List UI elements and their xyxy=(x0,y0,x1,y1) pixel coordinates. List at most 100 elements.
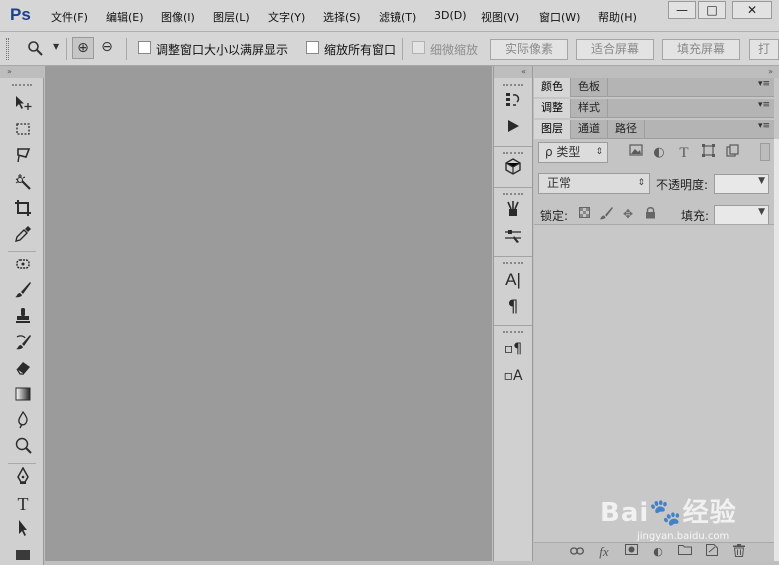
actual-pixels-button[interactable]: 实际像素 xyxy=(490,39,568,60)
fill-input[interactable]: ▼ xyxy=(714,205,769,225)
actions-play-icon[interactable] xyxy=(502,118,524,140)
blend-mode-value: 正常 xyxy=(547,176,572,190)
history-icon[interactable] xyxy=(502,91,524,113)
canvas-area[interactable] xyxy=(45,66,492,561)
tab-color[interactable]: 颜色 xyxy=(534,78,571,97)
pen-tool-icon[interactable] xyxy=(12,466,34,489)
lasso-tool-icon[interactable] xyxy=(12,146,34,168)
delete-layer-trash-icon[interactable] xyxy=(730,544,748,560)
paragraph-styles-icon[interactable]: ▫¶ xyxy=(502,338,524,360)
tab-channels[interactable]: 通道 xyxy=(571,120,608,139)
menu-type[interactable]: 文字(Y) xyxy=(268,9,305,25)
toolbox-collapse-icon[interactable]: » xyxy=(0,66,44,78)
filter-toggle-switch[interactable] xyxy=(760,143,770,161)
filter-pixel-icon[interactable] xyxy=(627,144,645,162)
history-brush-tool-icon[interactable] xyxy=(12,333,34,355)
gradient-tool-icon[interactable] xyxy=(12,385,34,407)
filter-shape-icon[interactable] xyxy=(699,144,717,162)
strip-grip[interactable] xyxy=(503,331,523,333)
scrubby-zoom-checkbox[interactable] xyxy=(412,41,425,54)
type-tool-icon[interactable]: T xyxy=(12,493,34,515)
menu-filter[interactable]: 滤镜(T) xyxy=(379,9,416,25)
menu-window[interactable]: 窗口(W) xyxy=(539,9,580,25)
tab-layers[interactable]: 图层 xyxy=(534,120,571,139)
tab-adjustments[interactable]: 调整 xyxy=(534,99,571,118)
chevron-down-icon[interactable]: ▼ xyxy=(758,207,765,217)
blend-mode-select[interactable]: 正常 ⇕ xyxy=(538,173,650,194)
zoom-out-button[interactable]: ⊖ xyxy=(96,37,118,59)
link-layers-icon[interactable] xyxy=(568,544,586,560)
clone-stamp-tool-icon[interactable] xyxy=(12,307,34,329)
panel-menu-icon[interactable]: ▾≡ xyxy=(758,100,770,110)
marquee-tool-icon[interactable] xyxy=(12,121,34,143)
zoom-icon[interactable] xyxy=(27,40,43,60)
layers-scrollbar[interactable] xyxy=(774,139,779,561)
menu-select[interactable]: 选择(S) xyxy=(323,9,361,25)
filter-type-icon[interactable]: T xyxy=(675,144,693,162)
lock-position-icon[interactable]: ✥ xyxy=(620,206,636,222)
panels-collapse-icon[interactable]: » xyxy=(534,66,779,78)
filter-smart-object-icon[interactable] xyxy=(723,144,741,162)
options-bar: ▼ ⊕ ⊖ 调整窗口大小以满屏显示 缩放所有窗口 细微缩放 实际像素 适合屏幕 … xyxy=(0,32,779,66)
menu-3d[interactable]: 3D(D) xyxy=(434,9,467,22)
restore-button[interactable]: □ xyxy=(698,1,726,19)
opacity-input[interactable]: ▼ xyxy=(714,174,769,194)
brush-settings-icon[interactable] xyxy=(502,227,524,249)
filter-adjustment-icon[interactable]: ◐ xyxy=(650,144,668,162)
menu-help[interactable]: 帮助(H) xyxy=(598,9,637,25)
chevron-down-icon[interactable]: ▼ xyxy=(53,42,59,51)
brush-tool-icon[interactable] xyxy=(12,281,34,303)
tab-styles[interactable]: 样式 xyxy=(571,99,608,118)
new-adjustment-layer-icon[interactable]: ◐ xyxy=(649,544,667,560)
strip-grip[interactable] xyxy=(503,193,523,195)
close-button[interactable]: ✕ xyxy=(732,1,772,19)
toolbox-grip[interactable] xyxy=(12,84,32,86)
crop-tool-icon[interactable] xyxy=(12,199,34,221)
healing-brush-tool-icon[interactable] xyxy=(12,255,34,277)
lock-all-icon[interactable] xyxy=(642,206,658,222)
rectangle-tool-icon[interactable] xyxy=(12,545,34,565)
minimize-button[interactable]: — xyxy=(668,1,696,19)
strip-grip[interactable] xyxy=(503,84,523,86)
blur-tool-icon[interactable] xyxy=(12,410,34,433)
magic-wand-tool-icon[interactable] xyxy=(12,173,34,195)
lock-image-icon[interactable] xyxy=(598,206,614,222)
layer-filter-select[interactable]: ρ 类型 ⇕ xyxy=(538,142,608,163)
eyedropper-tool-icon[interactable] xyxy=(12,225,34,247)
strip-collapse-icon[interactable]: « xyxy=(494,66,532,78)
character-styles-icon[interactable]: ▫A xyxy=(502,365,524,387)
panel-menu-icon[interactable]: ▾≡ xyxy=(758,79,770,89)
dodge-tool-icon[interactable] xyxy=(12,437,34,459)
character-icon[interactable]: A| xyxy=(502,269,524,291)
fit-screen-button[interactable]: 适合屏幕 xyxy=(576,39,654,60)
menu-view[interactable]: 视图(V) xyxy=(481,9,519,25)
lock-transparent-icon[interactable] xyxy=(576,206,592,222)
tab-swatches[interactable]: 色板 xyxy=(571,78,608,97)
fill-screen-button[interactable]: 填充屏幕 xyxy=(662,39,740,60)
strip-grip[interactable] xyxy=(503,262,523,264)
strip-divider xyxy=(494,146,532,147)
menu-edit[interactable]: 编辑(E) xyxy=(106,9,144,25)
chevron-down-icon[interactable]: ▼ xyxy=(758,176,765,186)
move-tool-icon[interactable] xyxy=(12,94,34,116)
brush-presets-icon[interactable] xyxy=(502,200,524,222)
3d-icon[interactable] xyxy=(502,158,524,180)
new-layer-icon[interactable] xyxy=(703,544,721,560)
options-bar-grip[interactable] xyxy=(6,38,9,60)
menu-image[interactable]: 图像(I) xyxy=(161,9,195,25)
layer-style-fx-icon[interactable]: fx xyxy=(595,544,613,560)
tab-paths[interactable]: 路径 xyxy=(608,120,645,139)
eraser-tool-icon[interactable] xyxy=(12,359,34,381)
new-group-folder-icon[interactable] xyxy=(676,544,694,560)
strip-grip[interactable] xyxy=(503,152,523,154)
menu-file[interactable]: 文件(F) xyxy=(51,9,88,25)
add-mask-icon[interactable] xyxy=(622,544,640,560)
resize-windows-checkbox[interactable] xyxy=(138,41,151,54)
menu-layer[interactable]: 图层(L) xyxy=(213,9,250,25)
path-selection-tool-icon[interactable] xyxy=(12,519,34,541)
print-size-button[interactable]: 打 xyxy=(749,39,779,60)
zoom-all-windows-checkbox[interactable] xyxy=(306,41,319,54)
panel-menu-icon[interactable]: ▾≡ xyxy=(758,121,770,131)
zoom-in-button[interactable]: ⊕ xyxy=(72,37,94,59)
paragraph-icon[interactable]: ¶ xyxy=(502,296,524,318)
